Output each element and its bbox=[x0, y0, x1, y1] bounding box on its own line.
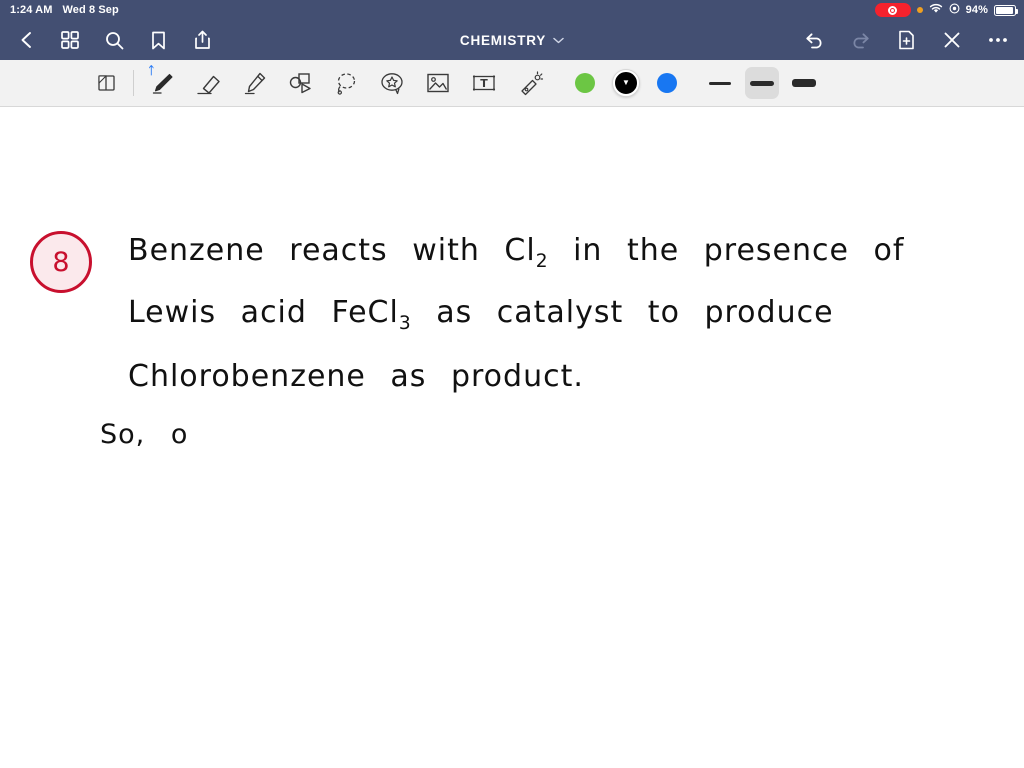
page-tool[interactable] bbox=[84, 63, 130, 103]
line2-part-a: Lewis acid FeCl bbox=[128, 295, 399, 330]
shapes-tool[interactable] bbox=[277, 63, 323, 103]
undo-button[interactable] bbox=[802, 28, 826, 52]
color-black[interactable]: ▼ bbox=[613, 70, 639, 96]
toolbar-divider bbox=[133, 70, 134, 96]
highlighter-tool[interactable] bbox=[231, 63, 277, 103]
stroke-medium[interactable] bbox=[745, 67, 779, 99]
microphone-in-use-dot bbox=[916, 7, 923, 13]
navigation-bar: CHEMISTRY bbox=[0, 20, 1024, 60]
battery-percent: 94% bbox=[965, 4, 988, 16]
chevron-down-icon: ▼ bbox=[622, 78, 630, 87]
battery-icon bbox=[994, 4, 1018, 16]
color-swatches: ▼ bbox=[575, 70, 677, 96]
status-bar: 1:24 AM Wed 8 Sep 94% bbox=[0, 0, 1024, 20]
stroke-thick[interactable] bbox=[787, 67, 821, 99]
sticker-tool[interactable] bbox=[369, 63, 415, 103]
handwriting-line-2: Lewis acid FeCl3 as catalyst to produce bbox=[128, 295, 834, 334]
color-blue[interactable] bbox=[657, 73, 677, 93]
nav-left-group bbox=[14, 28, 214, 52]
stroke-thin[interactable] bbox=[703, 67, 737, 99]
handwriting-line-3: Chlorobenzene as product. bbox=[128, 359, 584, 394]
more-button[interactable] bbox=[986, 28, 1010, 52]
status-bar-right: 94% bbox=[874, 3, 1018, 17]
text-tool[interactable]: T bbox=[461, 63, 507, 103]
question-number-badge: 8 bbox=[30, 231, 92, 293]
image-tool[interactable] bbox=[415, 63, 461, 103]
laser-tool[interactable] bbox=[507, 63, 553, 103]
search-button[interactable] bbox=[102, 28, 126, 52]
line2-subscript: 3 bbox=[398, 313, 412, 334]
drawing-toolbar: ᛏ T ▼ bbox=[0, 60, 1024, 107]
thumbnails-button[interactable] bbox=[58, 28, 82, 52]
page-title: CHEMISTRY bbox=[459, 32, 547, 48]
eraser-tool[interactable] bbox=[185, 63, 231, 103]
note-canvas[interactable]: 8 Benzene reacts with Cl2 in the presenc… bbox=[0, 107, 1024, 768]
handwriting-line-4: So, o bbox=[100, 419, 189, 450]
screen-recording-indicator[interactable] bbox=[874, 3, 911, 17]
record-ring-icon bbox=[888, 5, 898, 15]
bookmark-button[interactable] bbox=[146, 28, 170, 52]
wifi-icon bbox=[929, 3, 943, 17]
pen-tool[interactable]: ᛏ bbox=[139, 63, 185, 103]
stroke-width-group bbox=[703, 67, 821, 99]
svg-text:T: T bbox=[480, 77, 488, 90]
line2-part-b: as catalyst to produce bbox=[411, 295, 834, 330]
chevron-down-icon[interactable] bbox=[553, 31, 564, 49]
share-button[interactable] bbox=[190, 28, 214, 52]
color-green[interactable] bbox=[575, 73, 595, 93]
location-services-icon bbox=[949, 3, 960, 17]
tablet-screen: 1:24 AM Wed 8 Sep 94% CHEMISTRY ᛏ T ▼ 8 … bbox=[0, 0, 1024, 768]
status-date: Wed 8 Sep bbox=[62, 4, 119, 16]
close-button[interactable] bbox=[940, 28, 964, 52]
nav-right-group bbox=[802, 28, 1010, 52]
status-bar-left: 1:24 AM Wed 8 Sep bbox=[10, 4, 119, 16]
handwriting-line-1: Benzene reacts with Cl2 in the presence … bbox=[128, 233, 905, 272]
bluetooth-icon: ᛏ bbox=[148, 65, 155, 77]
back-button[interactable] bbox=[14, 28, 38, 52]
lasso-tool[interactable] bbox=[323, 63, 369, 103]
line1-subscript: 2 bbox=[535, 251, 549, 272]
add-page-button[interactable] bbox=[894, 28, 918, 52]
line1-part-b: in the presence of bbox=[548, 233, 905, 268]
line1-part-a: Benzene reacts with bbox=[128, 233, 505, 268]
status-time: 1:24 AM bbox=[10, 4, 53, 16]
redo-button[interactable] bbox=[848, 28, 872, 52]
